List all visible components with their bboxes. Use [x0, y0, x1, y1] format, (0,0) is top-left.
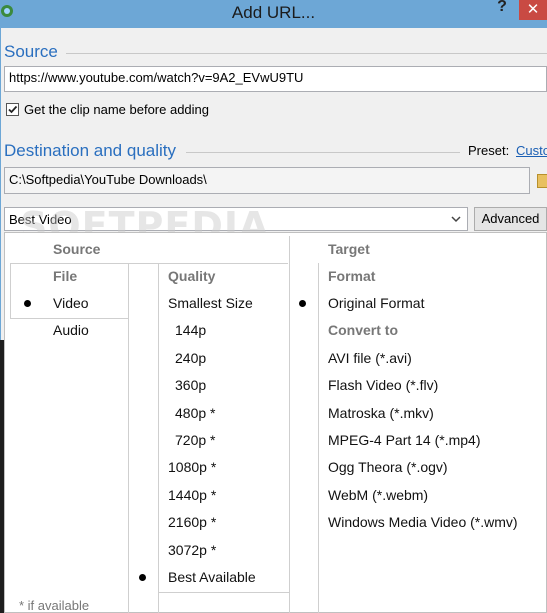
- availability-footnote: * if available: [19, 598, 90, 613]
- window-title: Add URL...: [231, 3, 316, 22]
- quality-header: Quality: [168, 268, 216, 284]
- file-box-bottom: [10, 318, 128, 319]
- background-strip: [0, 340, 4, 613]
- title-bar: Add URL... ? ✕: [0, 0, 547, 28]
- clip-name-label: Get the clip name before adding: [24, 102, 210, 117]
- quality-option[interactable]: 240p: [175, 350, 206, 366]
- quality-option[interactable]: Smallest Size: [168, 295, 253, 311]
- advanced-button[interactable]: Advanced: [474, 207, 547, 231]
- browse-folder-icon[interactable]: [537, 174, 547, 188]
- close-button[interactable]: ✕: [519, 0, 547, 20]
- preset-label: Preset:: [468, 143, 510, 158]
- preset-link[interactable]: Custo: [516, 143, 547, 158]
- quality-option[interactable]: 360p: [175, 377, 206, 393]
- quality-option[interactable]: 3072p *: [168, 542, 216, 558]
- convert-option[interactable]: WebM (*.webm): [328, 487, 428, 503]
- format-header: Format: [328, 268, 376, 284]
- file-box-right: [128, 263, 129, 613]
- options-panel: [4, 232, 547, 613]
- quality-option[interactable]: 720p *: [175, 432, 215, 448]
- destination-folder-field[interactable]: C:\Softpedia\YouTube Downloads\: [4, 167, 530, 194]
- quality-option[interactable]: 1440p *: [168, 487, 216, 503]
- quality-box-left: [158, 263, 159, 613]
- convert-option[interactable]: Matroska (*.mkv): [328, 405, 434, 421]
- destination-heading: Destination and quality: [4, 141, 177, 160]
- source-divider: [66, 53, 547, 54]
- convert-option[interactable]: Flash Video (*.flv): [328, 377, 438, 393]
- quality-option[interactable]: 144p: [175, 322, 206, 338]
- destination-divider: [186, 152, 460, 153]
- convert-option[interactable]: Ogg Theora (*.ogv): [328, 459, 448, 475]
- checkmark-icon: [8, 105, 18, 114]
- url-input[interactable]: https://www.youtube.com/watch?v=9A2_EVwU…: [4, 66, 547, 92]
- convert-option[interactable]: Windows Media Video (*.wmv): [328, 514, 518, 530]
- convert-to-header: Convert to: [328, 322, 398, 338]
- source-column-header: Source: [53, 241, 101, 257]
- chevron-down-icon: [451, 216, 461, 223]
- source-heading: Source: [4, 42, 58, 61]
- convert-option[interactable]: MPEG-4 Part 14 (*.mp4): [328, 432, 481, 448]
- file-option-video[interactable]: Video: [53, 295, 89, 311]
- quality-option[interactable]: 2160p *: [168, 514, 216, 530]
- file-box-left: [10, 263, 11, 318]
- format-option-original[interactable]: Original Format: [328, 295, 424, 311]
- quality-option[interactable]: 480p *: [175, 405, 215, 421]
- quality-option[interactable]: 1080p *: [168, 459, 216, 475]
- quality-box-bottom: [158, 592, 289, 593]
- quality-option[interactable]: Best Available: [168, 569, 256, 585]
- file-header: File: [53, 268, 78, 284]
- convert-option[interactable]: AVI file (*.avi): [328, 350, 412, 366]
- format-box-left: [318, 263, 319, 613]
- help-button[interactable]: ?: [490, 0, 514, 20]
- target-column-header: Target: [328, 241, 370, 257]
- selected-bullet-icon: [139, 574, 146, 581]
- clip-name-checkbox[interactable]: [6, 103, 19, 116]
- selected-bullet-icon: [24, 300, 31, 307]
- file-option-audio[interactable]: Audio: [53, 322, 89, 338]
- column-divider-target: [289, 236, 290, 613]
- source-header-rule: [10, 263, 288, 264]
- selected-bullet-icon: [299, 300, 306, 307]
